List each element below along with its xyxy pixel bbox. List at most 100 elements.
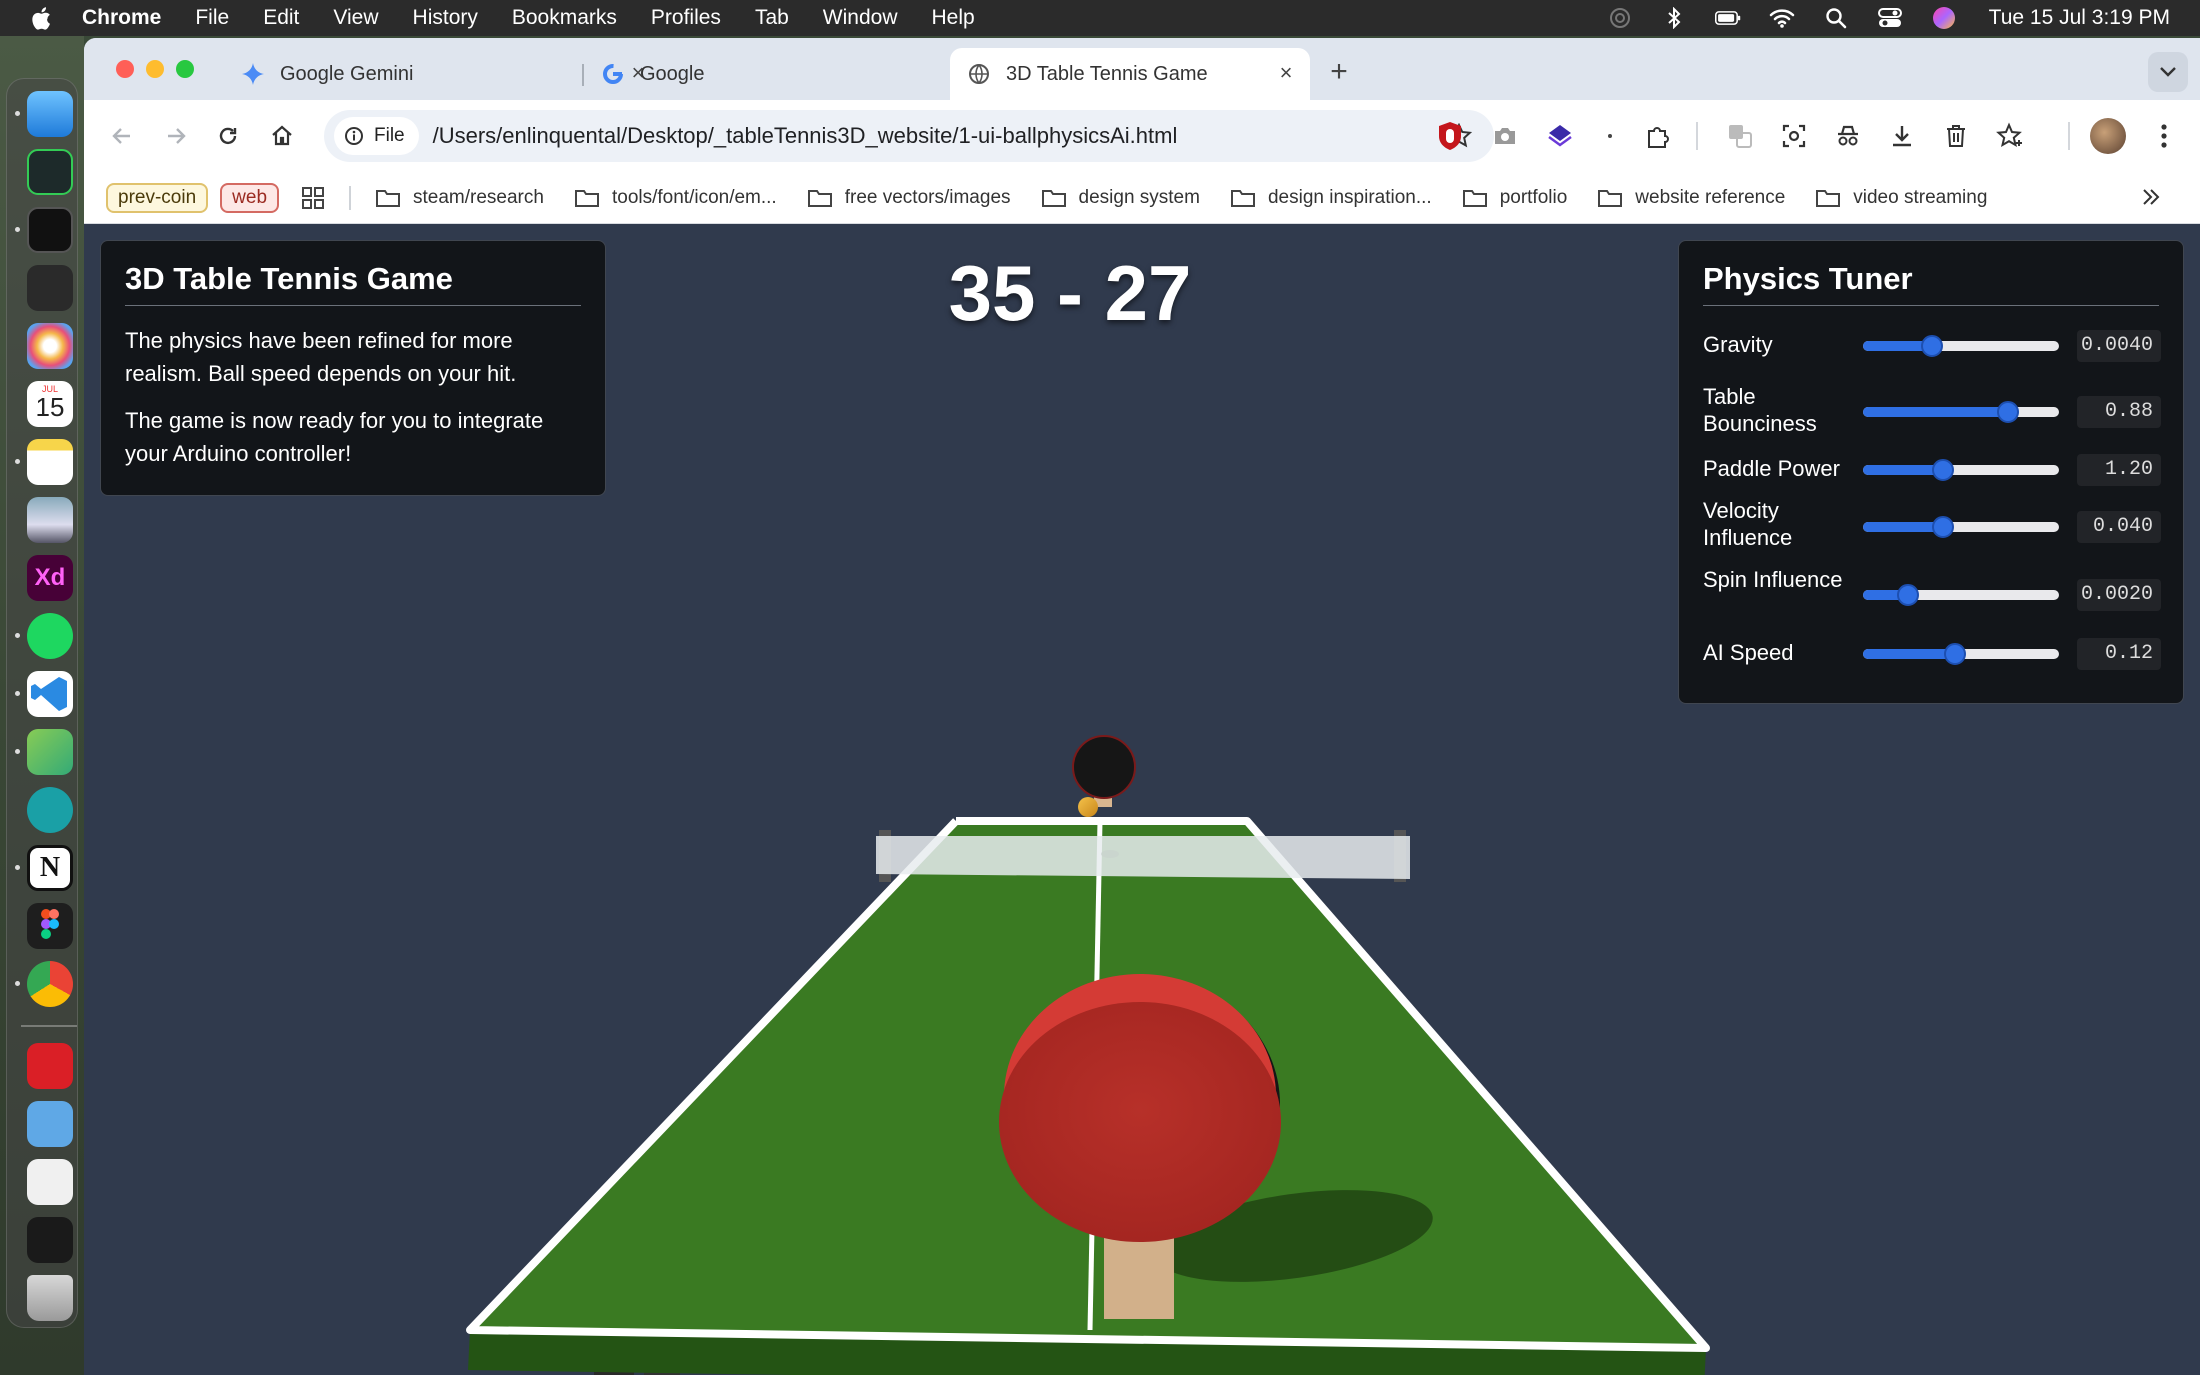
adobe-xd-icon[interactable]: Xd [27, 555, 73, 601]
menu-edit[interactable]: Edit [263, 6, 299, 30]
url-text[interactable]: /Users/enlinquental/Desktop/_tableTennis… [433, 123, 1178, 149]
camera-extension-icon[interactable] [1489, 120, 1521, 152]
paddle-power-slider[interactable] [1863, 459, 2059, 481]
player-paddle[interactable] [999, 1002, 1281, 1242]
chrome-window-thumbnail-icon[interactable] [27, 1159, 73, 1205]
profile-avatar[interactable] [2090, 118, 2126, 154]
apple-menu-icon[interactable] [30, 6, 52, 30]
bookmarks-divider [349, 185, 352, 210]
bookmarks-star-icon[interactable] [1994, 120, 2026, 152]
tab-title: Google [640, 62, 705, 85]
spotlight-search-icon[interactable] [1823, 7, 1849, 29]
siri-icon[interactable] [1931, 7, 1957, 29]
bookmark-folder[interactable]: website reference [1597, 187, 1785, 209]
download-icon[interactable] [1886, 120, 1918, 152]
incognito-extension-icon[interactable] [1832, 120, 1864, 152]
new-tab-button[interactable]: + [1324, 57, 1354, 88]
bookmark-folder[interactable]: video streaming [1815, 187, 1987, 209]
menu-tab[interactable]: Tab [755, 6, 789, 30]
forward-button[interactable] [158, 118, 194, 154]
bluetooth-icon[interactable] [1661, 7, 1687, 29]
window-zoom-button[interactable] [176, 60, 194, 78]
info-paragraph: The game is now ready for you to integra… [125, 408, 544, 466]
slider-thumb[interactable] [1932, 459, 1955, 481]
bookmark-folder[interactable]: design inspiration... [1230, 187, 1432, 209]
slider-thumb[interactable] [1944, 643, 1967, 665]
menu-file[interactable]: File [195, 6, 229, 30]
calendar-icon[interactable]: JUL 15 [27, 381, 73, 427]
vscode-window-thumbnail-icon[interactable] [27, 1217, 73, 1263]
running-indicator [15, 691, 20, 696]
translate-icon[interactable] [1724, 120, 1756, 152]
vscode-icon[interactable] [27, 671, 73, 717]
chrome-icon[interactable] [27, 961, 73, 1007]
bookmark-folder[interactable]: portfolio [1462, 187, 1567, 209]
menu-view[interactable]: View [333, 6, 378, 30]
terminal-icon[interactable] [27, 207, 73, 253]
activity-monitor-icon[interactable] [27, 149, 73, 195]
menu-profiles[interactable]: Profiles [651, 6, 721, 30]
game-canvas[interactable]: 35 - 27 3D Table Tennis Game The physics… [84, 224, 2200, 1375]
window-minimize-button[interactable] [146, 60, 164, 78]
arduino-icon[interactable] [27, 787, 73, 833]
dot-extension-icon[interactable] [1594, 120, 1626, 152]
menu-help[interactable]: Help [932, 6, 975, 30]
preview-icon[interactable] [27, 497, 73, 543]
menu-history[interactable]: History [413, 6, 478, 30]
chrome-menu-icon[interactable] [2148, 120, 2180, 152]
notion-icon[interactable]: N [27, 845, 73, 891]
slider-thumb[interactable] [1932, 516, 1955, 538]
bookmark-pill-prev-coin[interactable]: prev-coin [106, 182, 209, 213]
slider-thumb[interactable] [1997, 401, 2020, 423]
figma-icon[interactable] [27, 903, 73, 949]
menu-app-name[interactable]: Chrome [82, 6, 161, 30]
chevron-double-right-icon[interactable] [2140, 186, 2162, 208]
tab-3d-table-tennis-game[interactable]: 3D Table Tennis Game × [950, 48, 1310, 100]
control-center-icon[interactable] [1877, 7, 1903, 29]
bookmark-folder[interactable]: steam/research [375, 187, 544, 209]
bookmark-folder-label: design inspiration... [1267, 186, 1432, 208]
battery-icon[interactable] [1714, 7, 1741, 29]
airdrop-status-icon[interactable] [1607, 7, 1633, 29]
tab-search-button[interactable] [2148, 52, 2188, 92]
table-bounciness-slider[interactable] [1863, 401, 2059, 423]
spin-influence-slider[interactable] [1863, 584, 2059, 606]
finder-icon[interactable] [27, 91, 73, 137]
back-button[interactable] [104, 118, 140, 154]
address-bar[interactable]: File /Users/enlinquental/Desktop/_tableT… [324, 110, 1494, 162]
slider-thumb[interactable] [1920, 335, 1943, 357]
spotify-icon[interactable] [27, 613, 73, 659]
layers-extension-icon[interactable] [1544, 120, 1576, 152]
calculator-icon[interactable] [27, 265, 73, 311]
extensions-puzzle-icon[interactable] [1642, 120, 1674, 152]
tab-close-icon[interactable]: × [1276, 62, 1296, 84]
bookmark-folder[interactable]: free vectors/images [807, 187, 1011, 209]
trash-icon[interactable] [27, 1275, 73, 1321]
slider-thumb[interactable] [1897, 584, 1920, 606]
tuner-value: 0.12 [2077, 638, 2161, 670]
downloads-folder-icon[interactable] [27, 1101, 73, 1147]
notes-icon[interactable] [27, 439, 73, 485]
site-info-chip[interactable]: File [334, 117, 419, 155]
photos-icon[interactable] [27, 323, 73, 369]
lens-screenshot-icon[interactable] [1778, 120, 1810, 152]
grapher-icon[interactable] [27, 729, 73, 775]
ublock-extension-icon[interactable] [1434, 120, 1466, 152]
menu-window[interactable]: Window [823, 6, 898, 30]
globe-icon [969, 64, 989, 84]
home-button[interactable] [264, 118, 300, 154]
gravity-slider[interactable] [1863, 335, 2059, 357]
menubar-clock[interactable]: Tue 15 Jul 3:19 PM [1989, 6, 2170, 30]
wifi-icon[interactable] [1769, 7, 1795, 29]
velocity-influence-slider[interactable] [1863, 516, 2059, 538]
apps-grid-icon[interactable] [301, 186, 325, 210]
bookmark-folder[interactable]: tools/font/icon/em... [574, 187, 777, 209]
window-close-button[interactable] [116, 60, 134, 78]
trash-extension-icon[interactable] [1940, 120, 1972, 152]
ai-speed-slider[interactable] [1863, 643, 2059, 665]
creative-cloud-icon[interactable] [27, 1043, 73, 1089]
bookmark-pill-web[interactable]: web [220, 182, 280, 213]
bookmark-folder[interactable]: design system [1041, 187, 1200, 209]
menu-bookmarks[interactable]: Bookmarks [512, 6, 617, 30]
reload-button[interactable] [210, 118, 246, 154]
